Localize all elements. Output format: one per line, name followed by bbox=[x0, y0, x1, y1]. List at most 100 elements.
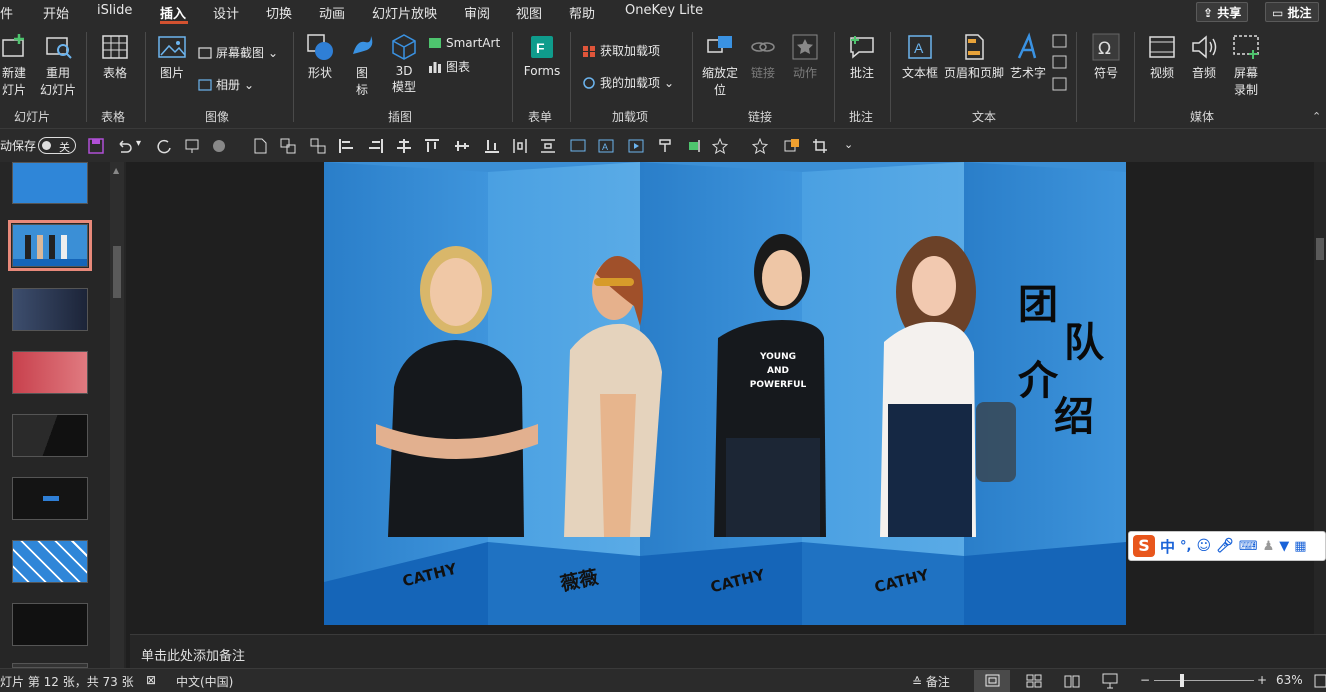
text-small-icons[interactable] bbox=[1052, 34, 1068, 98]
icons-button[interactable]: 图 标 bbox=[346, 32, 378, 98]
star-outline-icon[interactable] bbox=[752, 138, 768, 154]
my-addins-button[interactable]: 我的加载项 ⌄ bbox=[582, 74, 674, 91]
video-button[interactable]: 视频 bbox=[1144, 32, 1180, 81]
shapes-button[interactable]: 形状 bbox=[303, 32, 337, 81]
tab-review[interactable]: 审阅 bbox=[464, 3, 490, 22]
header-footer-button[interactable]: 页眉和页脚 bbox=[942, 32, 1006, 81]
zoom-out-button[interactable]: − bbox=[1140, 673, 1150, 687]
picture-frame-icon[interactable] bbox=[570, 138, 586, 154]
align-left-icon[interactable] bbox=[338, 138, 354, 154]
zoom-slider-thumb[interactable] bbox=[1180, 674, 1184, 687]
ime-toolbar[interactable]: S 中 °, ☺ 🎤︎ ⌨ ♟ ▼ ▦ bbox=[1128, 531, 1326, 561]
chart-button[interactable]: 图表 bbox=[428, 58, 470, 75]
smartart-button[interactable]: SmartArt bbox=[428, 36, 500, 50]
notes-pane[interactable]: 单击此处添加备注 bbox=[130, 634, 1326, 668]
tab-home[interactable]: 开始 bbox=[43, 3, 69, 22]
wordart-button[interactable]: 艺术字 bbox=[1008, 32, 1048, 81]
save-icon[interactable] bbox=[88, 138, 104, 154]
slide-thumbnail[interactable] bbox=[12, 603, 88, 646]
tab-slideshow[interactable]: 幻灯片放映 bbox=[372, 3, 437, 22]
comments-button[interactable]: ▭ 批注 bbox=[1265, 2, 1319, 22]
photo-album-button[interactable]: 相册 ⌄ bbox=[198, 76, 254, 93]
zoom-level[interactable]: 63% bbox=[1276, 673, 1303, 687]
selection-pane-icon[interactable] bbox=[784, 138, 800, 154]
scrollbar-thumb[interactable] bbox=[1316, 238, 1324, 260]
scroll-up-icon[interactable]: ▲ bbox=[113, 166, 119, 175]
new-comment-button[interactable]: 批注 bbox=[845, 32, 879, 81]
notes-toggle-button[interactable]: ≙ 备注 bbox=[912, 673, 950, 690]
screenshot-button[interactable]: 屏幕截图 ⌄ bbox=[198, 44, 278, 61]
keyboard-icon[interactable]: ⌨ bbox=[1239, 539, 1258, 554]
notes-placeholder[interactable]: 单击此处添加备注 bbox=[141, 645, 245, 664]
align-bottom-icon[interactable] bbox=[484, 138, 500, 154]
slide-thumbnail-selected[interactable] bbox=[8, 220, 92, 271]
table-button[interactable]: 表格 bbox=[98, 32, 132, 81]
customize-qat-icon[interactable]: ⌄ bbox=[844, 138, 853, 151]
ime-punctuation-toggle[interactable]: °, bbox=[1180, 539, 1191, 554]
audio-button[interactable]: 音频 bbox=[1186, 32, 1222, 81]
emoji-icon[interactable]: ☺ bbox=[1196, 538, 1211, 554]
group-icon[interactable] bbox=[280, 138, 296, 154]
tab-help[interactable]: 帮助 bbox=[569, 3, 595, 22]
align-middle-icon[interactable] bbox=[454, 138, 470, 154]
zoom-slider[interactable] bbox=[1154, 674, 1254, 687]
crop-icon[interactable] bbox=[812, 138, 828, 154]
align-right-icon[interactable] bbox=[368, 138, 384, 154]
tab-file[interactable]: 件 bbox=[0, 3, 13, 22]
zoom-button[interactable]: 缩放定 位 bbox=[700, 32, 740, 98]
language-indicator[interactable]: 中文(中国) bbox=[176, 673, 233, 690]
tab-islide[interactable]: iSlide bbox=[97, 3, 132, 18]
scrollbar-thumb[interactable] bbox=[113, 246, 121, 298]
media-icon[interactable] bbox=[628, 138, 644, 154]
textbox-small-icon[interactable]: A bbox=[598, 138, 614, 154]
action-button[interactable]: 动作 bbox=[788, 32, 822, 81]
link-button[interactable]: 链接 bbox=[746, 32, 780, 81]
slide-thumbnail[interactable] bbox=[12, 540, 88, 583]
slide-sorter-icon[interactable] bbox=[1026, 674, 1042, 688]
user-icon[interactable]: ♟ bbox=[1263, 539, 1275, 554]
fit-to-window-icon[interactable] bbox=[1314, 674, 1326, 688]
tab-onekey-lite[interactable]: OneKey Lite bbox=[625, 3, 703, 18]
current-slide[interactable]: YOUNG AND POWERFUL 团 队 介 绍 CATHY 薇薇 CATH… bbox=[324, 162, 1126, 625]
thumbnail-scrollbar[interactable]: ▲ bbox=[110, 162, 124, 668]
skin-icon[interactable]: ▼ bbox=[1279, 539, 1289, 554]
toolbox-icon[interactable]: ▦ bbox=[1294, 539, 1306, 554]
canvas-scrollbar[interactable] bbox=[1314, 162, 1326, 634]
autosave-toggle[interactable]: 关 bbox=[38, 137, 76, 154]
screen-recording-button[interactable]: 屏幕 录制 bbox=[1228, 32, 1264, 98]
slide-thumbnail[interactable] bbox=[12, 162, 88, 204]
share-button[interactable]: ⇪ 共享 bbox=[1196, 2, 1249, 22]
normal-view-button[interactable] bbox=[974, 670, 1010, 692]
reading-view-icon[interactable] bbox=[1064, 674, 1080, 688]
align-top-icon[interactable] bbox=[424, 138, 440, 154]
slide-editing-area[interactable]: YOUNG AND POWERFUL 团 队 介 绍 CATHY 薇薇 CATH… bbox=[126, 162, 1326, 634]
undo-icon[interactable] bbox=[116, 138, 132, 154]
undo-dropdown-icon[interactable]: ▾ bbox=[136, 138, 141, 149]
new-doc-icon[interactable] bbox=[252, 138, 268, 154]
reuse-slides-button[interactable]: 重用 幻灯片 bbox=[38, 32, 78, 98]
textbox-button[interactable]: A 文本框 bbox=[900, 32, 940, 81]
symbols-button[interactable]: Ω 符号 bbox=[1088, 32, 1124, 81]
redo-icon[interactable] bbox=[156, 138, 172, 154]
microphone-icon[interactable]: 🎤︎ bbox=[1216, 538, 1234, 554]
tab-view[interactable]: 视图 bbox=[516, 3, 542, 22]
ime-mode-toggle[interactable]: 中 bbox=[1160, 536, 1175, 557]
slideshow-icon[interactable] bbox=[1102, 673, 1118, 689]
tab-design[interactable]: 设计 bbox=[213, 3, 239, 22]
ungroup-icon[interactable] bbox=[310, 138, 326, 154]
slide-thumbnail[interactable] bbox=[12, 351, 88, 394]
format-painter-icon[interactable] bbox=[658, 138, 674, 154]
forms-button[interactable]: F Forms bbox=[522, 32, 562, 78]
shape-fill-icon[interactable] bbox=[212, 138, 228, 154]
star-outline-icon[interactable] bbox=[712, 138, 728, 154]
slide-thumbnail[interactable] bbox=[12, 414, 88, 457]
tab-insert[interactable]: 插入 bbox=[160, 3, 186, 22]
highlight-icon[interactable] bbox=[688, 138, 704, 154]
new-slide-button[interactable]: 新建 灯片 bbox=[0, 32, 28, 98]
present-icon[interactable] bbox=[184, 138, 200, 154]
slide-thumbnail[interactable] bbox=[12, 288, 88, 331]
accessibility-icon[interactable]: ⊠ bbox=[146, 673, 156, 687]
distribute-horizontal-icon[interactable] bbox=[512, 138, 528, 154]
get-addins-button[interactable]: 获取加载项 bbox=[582, 42, 660, 59]
distribute-vertical-icon[interactable] bbox=[540, 138, 556, 154]
